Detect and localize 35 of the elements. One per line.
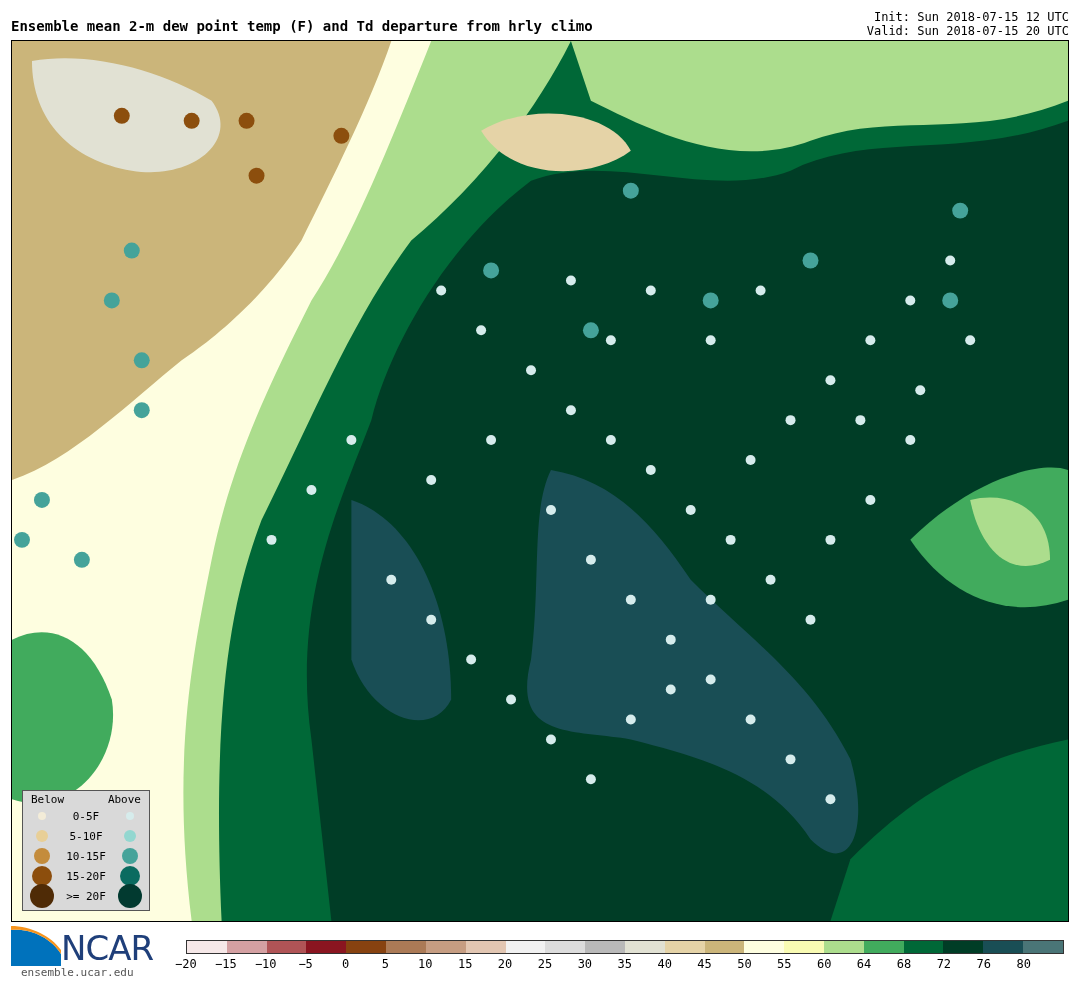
colorbar-tick-label: 55: [777, 956, 792, 971]
chart-title: Ensemble mean 2-m dew point temp (F) and Td departure from hrly climo: [11, 18, 593, 36]
init-time: Init: Sun 2018-07-15 12 UTC: [872, 10, 1069, 24]
colorbar-tick-label: 15: [457, 956, 473, 971]
legend-label: 0-5F: [71, 809, 101, 823]
legend-heading: Above: [107, 793, 141, 806]
colorbar-tick-label: 20: [497, 956, 513, 971]
colorbar-tick-label: 80: [1016, 956, 1031, 971]
colorbar-tick-label: −10: [254, 956, 277, 971]
logo-swoosh-icon: [11, 926, 61, 966]
colorbar-tick-label: 64: [856, 956, 872, 971]
legend-label: 5-10F: [68, 829, 104, 843]
colorbar-tick-label: 35: [617, 956, 632, 971]
colorbar-tick-label: 30: [577, 956, 593, 971]
website-url: ensemble.ucar.edu: [20, 966, 135, 979]
colorbar-tick-label: 5: [381, 956, 389, 971]
colorbar-tick-label: 60: [816, 956, 832, 971]
colorbar-tick-label: 40: [657, 956, 672, 971]
colorbar-tick-label: 0: [341, 956, 350, 971]
legend-label: >= 20F: [65, 889, 107, 903]
logo-text: NCAR: [61, 930, 154, 966]
legend-heading: Below: [31, 793, 65, 806]
colorbar-tick-label: −5: [298, 956, 313, 971]
colorbar-tick-label: 45: [697, 956, 712, 971]
colorbar-tick-label: −20: [175, 956, 197, 971]
colorbar-tick-label: 50: [737, 956, 752, 971]
legend-label: 15-20F: [65, 869, 107, 883]
legend-label: 10-15F: [65, 849, 107, 863]
colorbar-tick-label: 68: [896, 956, 912, 971]
colorbar-tick-label: 25: [537, 956, 553, 971]
colorbar-tick-label: 72: [936, 956, 952, 971]
colorbar-tick-label: 76: [976, 956, 991, 971]
colorbar-tick-label: 10: [418, 956, 433, 971]
valid-time: Valid: Sun 2018-07-15 20 UTC: [866, 24, 1069, 38]
colorbar-tick-label: −15: [215, 956, 237, 971]
